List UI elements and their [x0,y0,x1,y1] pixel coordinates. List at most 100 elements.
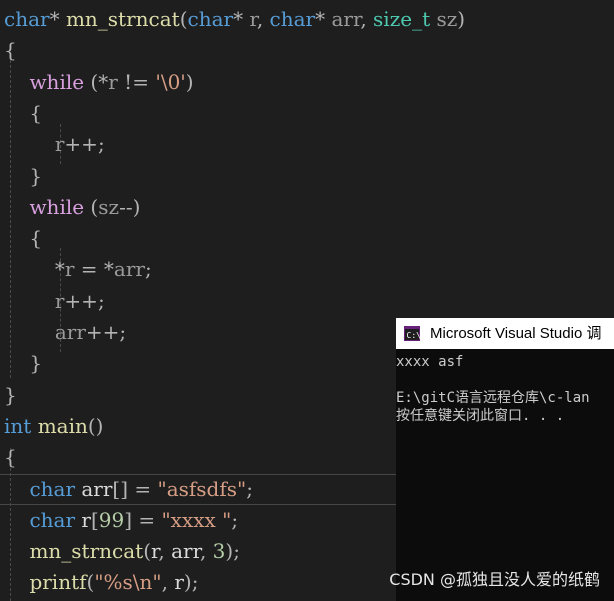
code-token: ++; [64,288,105,313]
code-token: char [269,7,316,31]
code-line[interactable]: } [4,348,42,379]
code-token: '\0' [155,69,186,94]
code-token: ); [225,539,240,564]
code-token: [] = [112,476,158,501]
code-line[interactable]: char* mn_strncat(char* r, char* arr, siz… [4,4,465,35]
code-token: arr [113,257,145,282]
code-token: * [233,7,250,31]
code-line[interactable]: *r = *arr; [4,254,152,285]
code-token: r [54,132,65,157]
code-token: ( [84,194,99,219]
code-token: ) [185,69,194,94]
code-token: , [158,539,172,564]
code-line[interactable]: } [4,380,17,411]
console-output-line: E:\gitC语言远程仓库\c-lan [396,390,590,406]
code-line[interactable]: { [4,442,17,473]
svg-text:C:\: C:\ [407,331,421,340]
code-line[interactable]: int main() [4,411,103,442]
code-line[interactable]: while (sz--) [4,192,140,223]
code-line[interactable]: while (*r != '\0') [4,67,194,98]
code-line[interactable]: r++; [4,286,105,317]
code-token: ++; [85,320,127,344]
code-token: ); [183,570,199,595]
code-token: ( [179,7,188,31]
code-token: char [29,476,76,501]
code-token: () [87,413,104,438]
code-token: "%s\n" [94,570,162,595]
code-token: ; [231,507,239,532]
code-line[interactable]: char arr[] = "asfsdfs"; [4,474,253,505]
code-token: { [4,100,43,125]
code-token: sz [436,7,458,31]
code-token: } [4,163,43,188]
code-token: [ [90,507,99,532]
code-line[interactable]: { [4,35,17,66]
code-token: while [29,194,85,219]
code-token: arr [81,476,113,501]
code-token: arr [171,539,200,564]
code-token: , [161,570,175,595]
code-token: { [4,38,17,63]
console-title: Microsoft Visual Studio 调 [430,325,602,342]
code-token: r [64,257,75,282]
code-token: r [108,69,118,94]
code-token: char [187,7,234,31]
debug-console-window[interactable]: C:\ Microsoft Visual Studio 调 xxxx asf E… [396,318,614,601]
code-token: char [29,507,76,532]
code-token: r [174,570,184,595]
code-token: "asfsdfs" [157,476,247,501]
code-token: ( [143,539,151,564]
code-token: 3 [212,539,226,564]
code-token: = * [74,257,114,282]
code-token: != [117,69,156,94]
code-token: sz [98,194,120,219]
code-token: mn_strncat [29,539,144,564]
visual-studio-console-icon: C:\ [404,326,420,341]
code-line[interactable]: printf("%s\n", r); [4,567,198,598]
watermark: CSDN @孤独且没人爱的纸鹤 [389,570,600,589]
code-token: r [81,507,91,532]
code-token: while [29,69,85,94]
code-token: 99 [98,507,125,532]
code-line[interactable]: arr++; [4,317,126,348]
console-output-line: 按任意键关闭此窗口. . . [396,408,565,424]
code-line[interactable]: char r[99] = "xxxx "; [4,505,238,536]
console-output-line: xxxx asf [396,354,464,370]
code-token: r [54,288,65,313]
code-line[interactable]: mn_strncat(r, arr, 3); [4,536,240,567]
code-token: mn_strncat [65,7,180,31]
code-token: , [199,539,213,564]
code-token: , [256,7,270,31]
code-token: int [4,413,32,438]
code-token: char [4,7,50,31]
code-token: ) [457,7,466,31]
code-token: --) [119,194,141,219]
code-line[interactable]: r++; [4,129,105,160]
code-token: size_t [373,7,431,31]
code-line[interactable]: { [4,98,42,129]
code-token: ++; [64,132,105,157]
code-token: , [360,7,374,31]
code-token: arr [331,7,361,31]
code-token: r [249,7,257,31]
code-line[interactable]: } [4,161,42,192]
code-line[interactable]: { [4,223,42,254]
code-token: } [4,351,43,376]
code-token: ] = [124,507,162,532]
code-token: ; [144,257,152,282]
code-token: { [4,445,17,470]
code-token: ; [246,476,253,501]
console-title-bar[interactable]: C:\ Microsoft Visual Studio 调 [396,318,614,349]
code-token: } [4,382,17,407]
code-token: arr [54,320,86,344]
code-token: { [4,226,43,251]
